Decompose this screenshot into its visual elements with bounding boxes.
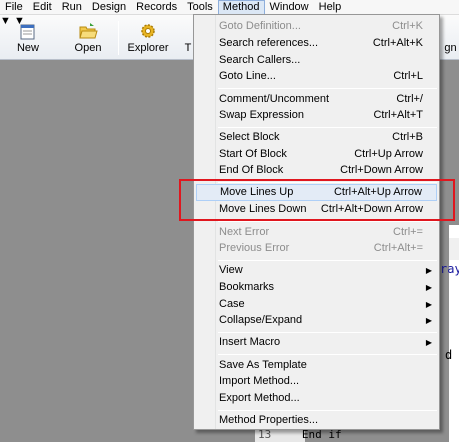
menu-edit[interactable]: Edit [28,0,57,15]
menu-file[interactable]: File [0,0,28,15]
menu-item-label: Bookmarks [219,281,275,293]
code-fragment: ray [440,262,459,276]
menu-item-goto-definition[interactable]: Goto Definition... Ctrl+K [196,18,437,35]
menu-item-shortcut: Ctrl+Alt+= [373,242,423,254]
menu-item-shortcut: Ctrl+K [392,20,423,32]
menu-divider [218,354,437,355]
menu-item-import-method[interactable]: Import Method... [196,373,437,390]
menu-item-shortcut: Ctrl+L [393,70,423,82]
open-label: Open [74,42,102,54]
menu-item-search-references[interactable]: Search references... Ctrl+Alt+K [196,35,437,52]
menu-method[interactable]: Method [217,0,265,15]
menu-item-label: Collapse/Expand [219,314,303,326]
menu-item-label: Method Properties... [219,414,319,426]
menu-item-shortcut: Ctrl+= [393,226,423,238]
menu-item-shortcut: Ctrl+Up Arrow [354,148,423,160]
highlight-annotation-box [179,179,455,221]
menu-divider [218,221,437,222]
menu-item-bookmarks[interactable]: Bookmarks ▶ [196,279,437,296]
menu-item-label: Goto Definition... [219,20,301,32]
explorer-label: Explorer [127,42,169,54]
menu-run[interactable]: Run [57,0,87,15]
open-button[interactable]: Open [70,15,106,60]
menu-item-label: Insert Macro [219,336,281,348]
menu-item-label: Goto Line... [219,70,276,82]
menu-divider [218,260,437,261]
menu-window[interactable]: Window [265,0,314,15]
menu-records[interactable]: Records [131,0,182,15]
menu-item-label: Import Method... [219,375,300,387]
menu-item-start-of-block[interactable]: Start Of Block Ctrl+Up Arrow [196,146,437,163]
menu-item-label: Select Block [219,131,280,143]
menu-item-label: Search Callers... [219,54,301,66]
menu-item-label: End Of Block [219,164,284,176]
new-label: New [16,42,39,54]
menu-item-method-properties[interactable]: Method Properties... [196,412,437,429]
method-menu: Goto Definition... Ctrl+K Search referen… [193,14,440,430]
menu-item-label: Start Of Block [219,148,287,160]
menu-design[interactable]: Design [87,0,131,15]
menu-item-previous-error[interactable]: Previous Error Ctrl+Alt+= [196,240,437,257]
menu-item-label: Case [219,298,245,310]
menu-item-label: Next Error [219,226,270,238]
menu-item-search-callers[interactable]: Search Callers... [196,52,437,69]
menu-item-swap-expression[interactable]: Swap Expression Ctrl+Alt+T [196,107,437,124]
menu-item-shortcut: Ctrl+/ [396,93,423,105]
submenu-arrow-icon: ▶ [425,283,432,292]
submenu-arrow-icon: ▶ [425,266,432,275]
menu-item-shortcut: Ctrl+Down Arrow [340,164,423,176]
toolbar-partial-button[interactable]: T [183,15,193,60]
menu-item-goto-line[interactable]: Goto Line... Ctrl+L [196,68,437,85]
explorer-gear-icon [141,24,155,38]
toolbar-right-partial-button[interactable]: gn [442,15,459,60]
new-button[interactable]: New [10,15,46,60]
new-document-icon [20,24,35,40]
menu-divider [218,410,437,411]
menu-divider [218,127,437,128]
toolbar-separator [118,21,119,55]
menu-item-shortcut: Ctrl+Alt+K [372,37,423,49]
menu-item-label: Search references... [219,37,319,49]
open-folder-icon [79,23,98,39]
explorer-button[interactable]: Explorer [126,15,170,60]
menu-item-label: Export Method... [219,392,300,404]
menu-item-view[interactable]: View ▶ [196,262,437,279]
menu-item-shortcut: Ctrl+Alt+T [373,109,423,121]
menu-item-label: View [219,264,243,276]
menu-divider [218,332,437,333]
menu-item-insert-macro[interactable]: Insert Macro ▶ [196,334,437,351]
menu-item-shortcut: Ctrl+B [392,131,423,143]
menu-item-collapse-expand[interactable]: Collapse/Expand ▶ [196,312,437,329]
menu-help[interactable]: Help [314,0,347,15]
submenu-arrow-icon: ▶ [425,316,432,325]
menu-item-select-block[interactable]: Select Block Ctrl+B [196,129,437,146]
toolbar-partial-label: T [184,42,192,54]
menu-item-export-method[interactable]: Export Method... [196,390,437,407]
menu-tools[interactable]: Tools [182,0,218,15]
menu-item-next-error[interactable]: Next Error Ctrl+= [196,224,437,241]
menu-item-comment-uncomment[interactable]: Comment/Uncomment Ctrl+/ [196,91,437,108]
menu-divider [218,88,437,89]
menu-item-label: Previous Error [219,242,290,254]
menu-item-save-as-template[interactable]: Save As Template [196,357,437,374]
editor-toolbar-strip [449,238,459,260]
menu-item-case[interactable]: Case ▶ [196,296,437,313]
menu-item-label: Swap Expression [219,109,304,121]
code-fragment: d [445,348,453,362]
submenu-arrow-icon: ▶ [425,338,432,347]
menu-item-end-of-block[interactable]: End Of Block Ctrl+Down Arrow [196,162,437,179]
menu-item-label: Comment/Uncomment [219,93,330,105]
menu-item-label: Save As Template [219,359,307,371]
submenu-arrow-icon: ▶ [425,300,432,309]
toolbar-right-partial-label: gn [444,42,457,54]
menu-bar: File Edit Run Design Records Tools Metho… [0,0,459,15]
